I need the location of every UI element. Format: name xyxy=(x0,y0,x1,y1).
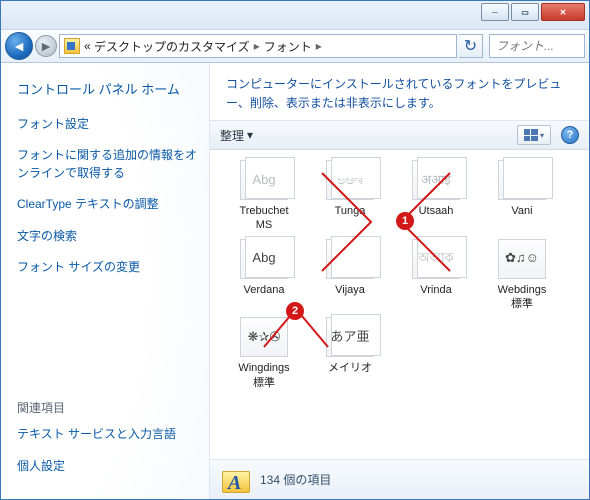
font-thumbnail: Abg xyxy=(240,160,288,200)
sidebar-link[interactable]: フォント サイズの変更 xyxy=(17,259,197,276)
font-thumbnail: ✿♫☺ xyxy=(498,239,546,279)
sidebar-link[interactable]: フォント設定 xyxy=(17,116,197,133)
font-label: Wingdings 標準 xyxy=(238,361,289,390)
font-item[interactable]: Vani xyxy=(482,160,562,233)
grid-icon xyxy=(524,129,538,141)
navigation-bar: ◄ ► « デスクトップのカスタマイズ ▸ フォント ▸ ↻ xyxy=(1,29,589,63)
titlebar: ─ ▭ ✕ xyxy=(1,1,589,29)
font-thumbnail xyxy=(326,239,374,279)
font-thumbnail: ಅಆಇ xyxy=(326,160,374,200)
font-item[interactable]: Abg Trebuchet MS xyxy=(224,160,304,233)
folder-icon xyxy=(64,38,80,54)
font-label: Vijaya xyxy=(335,283,365,311)
status-item-count: 134 個の項目 xyxy=(260,471,331,488)
font-grid: Abg Trebuchet MS ಅಆಇ Tunga अआइ Utsaah Vani Abg V… xyxy=(224,160,581,390)
breadcrumb-prefix: « xyxy=(84,39,91,53)
font-item[interactable]: Abg Verdana xyxy=(224,239,304,312)
font-thumbnail: Abg xyxy=(240,239,288,279)
font-label: Tunga xyxy=(335,204,366,232)
maximize-button[interactable]: ▭ xyxy=(511,3,539,21)
back-arrow-icon: ◄ xyxy=(12,39,26,53)
breadcrumb-segment[interactable]: デスクトップのカスタマイズ xyxy=(94,38,250,55)
breadcrumb-sep-icon: ▸ xyxy=(254,39,260,53)
sidebar-link[interactable]: ClearType テキストの調整 xyxy=(17,196,197,213)
font-label: Utsaah xyxy=(419,204,454,232)
breadcrumb-segment[interactable]: フォント xyxy=(264,38,312,55)
forward-arrow-icon: ► xyxy=(39,39,53,53)
address-bar[interactable]: « デスクトップのカスタマイズ ▸ フォント ▸ xyxy=(59,34,457,58)
font-thumbnail xyxy=(498,160,546,200)
font-label: Trebuchet MS xyxy=(239,204,288,233)
organize-label: 整理 xyxy=(220,127,244,144)
font-label: Webdings 標準 xyxy=(498,283,547,312)
close-button[interactable]: ✕ xyxy=(541,3,585,21)
font-item[interactable]: अआइ Utsaah xyxy=(396,160,476,233)
search-input[interactable] xyxy=(496,39,578,53)
refresh-button[interactable]: ↻ xyxy=(459,34,483,58)
font-item[interactable]: ✿♫☺ Webdings 標準 xyxy=(482,239,562,312)
font-label: Verdana xyxy=(244,283,285,311)
organize-button[interactable]: 整理 ▾ xyxy=(220,127,253,144)
sidebar-link[interactable]: 文字の検索 xyxy=(17,228,197,245)
font-grid-area[interactable]: Abg Trebuchet MS ಅಆಇ Tunga अआइ Utsaah Vani Abg V… xyxy=(210,150,589,459)
status-bar: A 134 個の項目 xyxy=(210,459,589,499)
font-thumbnail: অআক xyxy=(412,239,460,279)
control-panel-home-link[interactable]: コントロール パネル ホーム xyxy=(17,79,197,98)
font-thumbnail: ❋✰✇ xyxy=(240,317,288,357)
chevron-down-icon: ▾ xyxy=(247,128,253,142)
help-button[interactable]: ? xyxy=(561,126,579,144)
related-heading: 関連項目 xyxy=(17,399,197,416)
font-label: メイリオ xyxy=(328,361,372,389)
fonts-folder-icon: A xyxy=(222,467,250,493)
font-item[interactable]: Vijaya xyxy=(310,239,390,312)
font-item[interactable]: অআক Vrinda xyxy=(396,239,476,312)
font-item[interactable]: あア亜メイリオ xyxy=(310,317,390,390)
sidebar-link[interactable]: テキスト サービスと入力言語 xyxy=(17,426,197,443)
sidebar-link[interactable]: 個人設定 xyxy=(17,458,197,475)
font-item[interactable]: ಅಆಇ Tunga xyxy=(310,160,390,233)
toolbar: 整理 ▾ ▾ ? xyxy=(210,120,589,150)
body-area: コントロール パネル ホーム フォント設定 フォントに関する追加の情報をオンライ… xyxy=(1,63,589,499)
font-label: Vani xyxy=(511,204,532,232)
font-label: Vrinda xyxy=(420,283,451,311)
back-button[interactable]: ◄ xyxy=(5,32,33,60)
minimize-button[interactable]: ─ xyxy=(481,3,509,21)
forward-button[interactable]: ► xyxy=(35,35,57,57)
font-thumbnail: あア亜 xyxy=(326,317,374,357)
font-thumbnail: अआइ xyxy=(412,160,460,200)
search-box[interactable] xyxy=(489,34,585,58)
sidebar: コントロール パネル ホーム フォント設定 フォントに関する追加の情報をオンライ… xyxy=(1,63,209,499)
chevron-down-icon: ▾ xyxy=(540,131,544,140)
breadcrumb-sep-icon: ▸ xyxy=(316,39,322,53)
view-mode-button[interactable]: ▾ xyxy=(517,125,551,145)
main-panel: コンピューターにインストールされているフォントをプレビュー、削除、表示または非表… xyxy=(209,63,589,499)
explorer-window: ─ ▭ ✕ ◄ ► « デスクトップのカスタマイズ ▸ フォント ▸ ↻ コント… xyxy=(0,0,590,500)
sidebar-link[interactable]: フォントに関する追加の情報をオンラインで取得する xyxy=(17,147,197,182)
panel-description: コンピューターにインストールされているフォントをプレビュー、削除、表示または非表… xyxy=(210,63,589,120)
font-item[interactable]: ❋✰✇ Wingdings 標準 xyxy=(224,317,304,390)
